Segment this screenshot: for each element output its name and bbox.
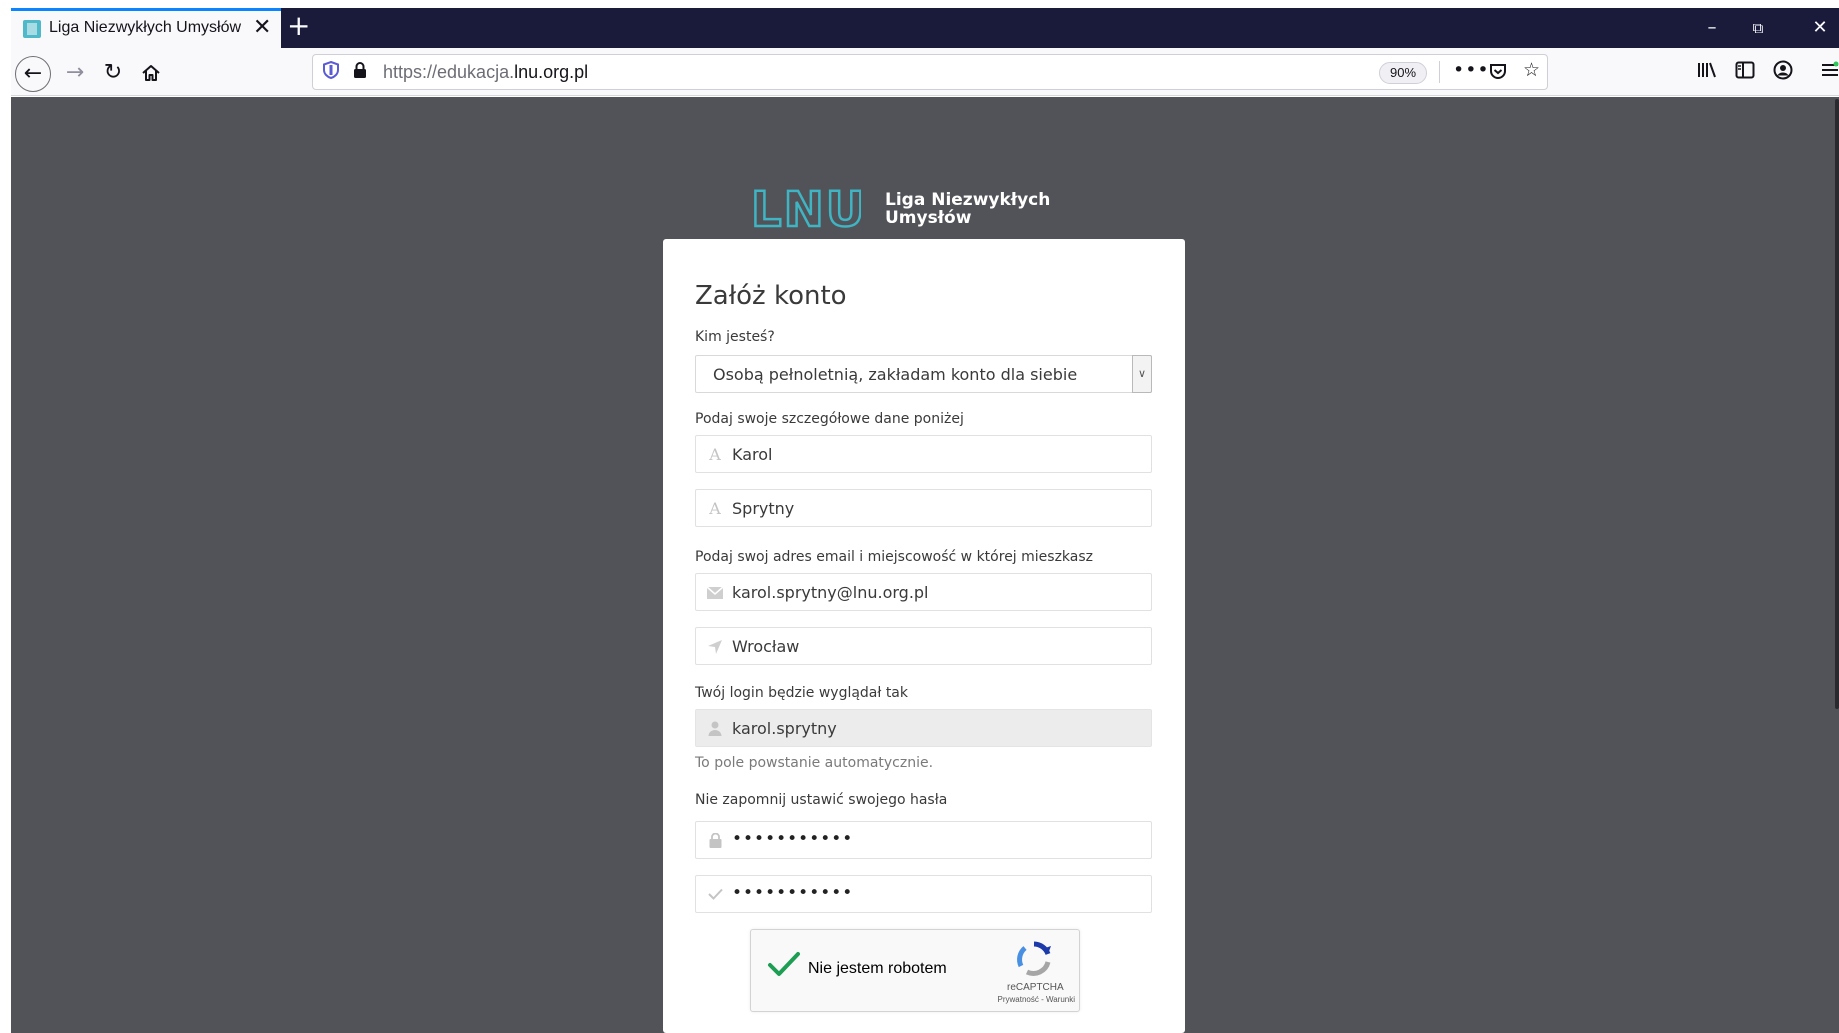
separator <box>1439 61 1440 83</box>
tab-bar: Liga Niezwykłych Umysłów ✕ + – ⧉ ✕ <box>11 8 1839 48</box>
lock-icon <box>706 831 724 852</box>
password-label: Nie zapomnij ustawić swojego hasła <box>695 792 948 808</box>
recaptcha-logo-icon <box>1015 940 1053 982</box>
url-prefix: https://edukacja. <box>383 62 515 82</box>
letter-a-icon: A <box>709 445 721 464</box>
book-icon <box>23 20 41 38</box>
recaptcha-widget: Nie jestem robotem reCAPTCHA Prywatność … <box>750 929 1080 1012</box>
city-value: Wrocław <box>732 637 800 656</box>
url-host: lnu.org.pl <box>514 62 589 82</box>
location-arrow-icon <box>706 637 724 659</box>
details-label: Podaj swoje szczegółowe dane poniżej <box>695 411 964 427</box>
hamburger-menu-icon[interactable] <box>1821 60 1839 84</box>
sidebar-icon[interactable] <box>1735 60 1755 84</box>
password-confirm-value: ••••••••••• <box>732 883 854 903</box>
who-label: Kim jesteś? <box>695 329 775 345</box>
url-text[interactable]: https://edukacja.lnu.org.pl <box>383 62 588 83</box>
logo-text: Liga Niezwykłych Umysłów <box>885 191 1050 227</box>
first-name-value: Karol <box>732 445 773 464</box>
who-select[interactable]: Osobą pełnoletnią, zakładam konto dla si… <box>695 355 1152 393</box>
login-field: karol.sprytny <box>695 709 1152 747</box>
restore-icon[interactable]: ⧉ <box>1735 8 1781 48</box>
window-close-icon[interactable]: ✕ <box>1797 8 1839 48</box>
recaptcha-links[interactable]: Prywatność - Warunki <box>981 995 1076 1004</box>
back-button[interactable]: ← <box>15 56 51 92</box>
page-content: LNU Liga Niezwykłych Umysłów Załóż konto… <box>11 97 1839 1033</box>
last-name-value: Sprytny <box>732 499 795 518</box>
recaptcha-brand: reCAPTCHA <box>1007 982 1064 993</box>
chevron-down-icon[interactable]: ∨ <box>1132 355 1152 393</box>
close-icon[interactable]: ✕ <box>253 15 271 41</box>
minimize-icon[interactable]: – <box>1689 8 1735 48</box>
tab-lnu[interactable]: Liga Niezwykłych Umysłów ✕ <box>11 8 281 48</box>
lock-icon[interactable] <box>353 62 367 83</box>
login-helper: To pole powstanie automatycznie. <box>695 755 934 771</box>
logo-mark-text: LNU <box>751 185 861 233</box>
password-value: ••••••••••• <box>732 829 854 849</box>
who-select-value: Osobą pełnoletnią, zakładam konto dla si… <box>713 365 1078 384</box>
recaptcha-label[interactable]: Nie jestem robotem <box>808 960 947 978</box>
star-icon[interactable]: ☆ <box>1523 59 1540 81</box>
reload-button[interactable]: ↻ <box>95 56 131 92</box>
scrollbar-thumb[interactable] <box>1835 99 1839 709</box>
reload-icon: ↻ <box>103 60 123 85</box>
first-name-field[interactable]: A Karol <box>695 435 1152 473</box>
letter-a-icon: A <box>709 499 721 518</box>
library-icon[interactable] <box>1697 60 1717 84</box>
new-tab-button[interactable]: + <box>287 11 310 41</box>
logo-line-1: Liga Niezwykłych <box>885 190 1051 210</box>
pocket-icon[interactable] <box>1489 59 1507 86</box>
logo-line-2: Umysłów <box>885 208 972 228</box>
more-actions-icon[interactable]: ••• <box>1453 59 1490 81</box>
contact-label: Podaj swoj adres email i miejscowość w k… <box>695 549 1094 565</box>
home-button[interactable] <box>133 56 169 92</box>
tab-title: Liga Niezwykłych Umysłów <box>49 19 242 36</box>
password-field[interactable]: ••••••••••• <box>695 821 1152 859</box>
email-field[interactable]: karol.sprytny@lnu.org.pl <box>695 573 1152 611</box>
browser-window: Liga Niezwykłych Umysłów ✕ + – ⧉ ✕ ← → ↻ <box>0 0 1839 1033</box>
last-name-field[interactable]: A Sprytny <box>695 489 1152 527</box>
city-field[interactable]: Wrocław <box>695 627 1152 665</box>
navigation-bar: ← → ↻ https://edukacja.lnu.org.pl 90% ••… <box>11 48 1839 96</box>
password-confirm-field[interactable]: ••••••••••• <box>695 875 1152 913</box>
address-bar[interactable]: https://edukacja.lnu.org.pl 90% ••• ☆ <box>312 54 1548 90</box>
forward-button[interactable]: → <box>57 56 93 92</box>
lnu-logo-mark: LNU <box>751 185 861 233</box>
envelope-icon <box>706 583 724 604</box>
tracking-shield-icon[interactable] <box>323 60 339 84</box>
login-label: Twój login będzie wyglądał tak <box>695 685 908 701</box>
arrow-right-icon: → <box>65 60 85 85</box>
register-card: Załóż konto Kim jesteś? Osobą pełnoletni… <box>663 239 1185 1033</box>
arrow-left-icon: ← <box>23 61 43 86</box>
checkmark-icon <box>706 885 724 904</box>
lnu-logo[interactable]: LNU Liga Niezwykłych Umysłów <box>751 185 1051 233</box>
home-icon <box>142 65 160 81</box>
zoom-badge[interactable]: 90% <box>1379 62 1427 84</box>
account-icon[interactable] <box>1773 60 1793 85</box>
checkmark-icon <box>768 952 800 976</box>
user-icon <box>706 719 724 740</box>
page-title: Załóż konto <box>695 281 847 311</box>
email-value: karol.sprytny@lnu.org.pl <box>732 583 929 602</box>
login-value: karol.sprytny <box>732 719 837 738</box>
recaptcha-checkbox[interactable] <box>767 950 801 984</box>
